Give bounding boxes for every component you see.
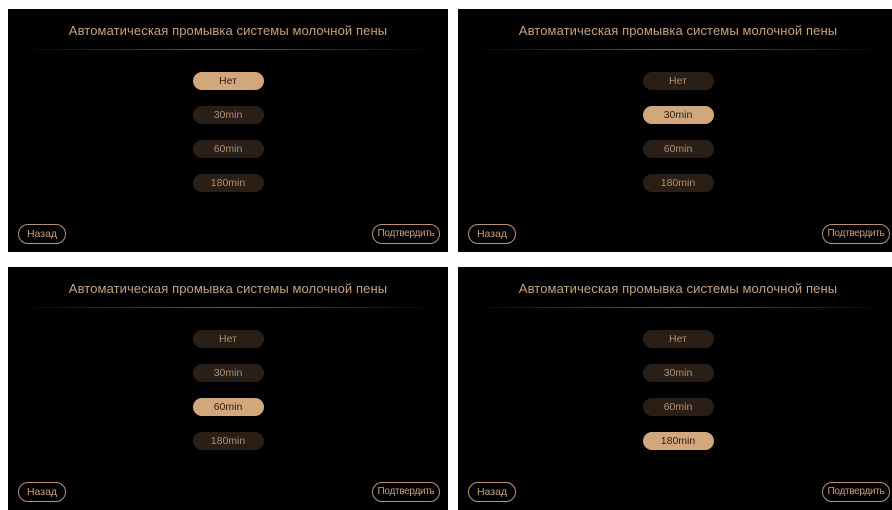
option-30min[interactable]: 30min bbox=[192, 364, 264, 382]
title-divider bbox=[18, 49, 438, 50]
flush-settings-screen-1: Автоматическая промывка системы молочной… bbox=[8, 9, 448, 252]
option-60min[interactable]: 60min bbox=[642, 140, 714, 158]
interval-options: Нет 30min 60min 180min bbox=[458, 72, 892, 192]
confirm-button[interactable]: Подтвердить bbox=[822, 482, 890, 502]
interval-options: Нет 30min 60min 180min bbox=[8, 72, 448, 192]
option-30min[interactable]: 30min bbox=[642, 364, 714, 382]
flush-settings-screen-3: Автоматическая промывка системы молочной… bbox=[8, 267, 448, 510]
screen-title: Автоматическая промывка системы молочной… bbox=[68, 281, 388, 296]
option-180min[interactable]: 180min bbox=[192, 432, 264, 450]
option-60min[interactable]: 60min bbox=[642, 398, 714, 416]
screen-title: Автоматическая промывка системы молочной… bbox=[518, 23, 838, 38]
flush-settings-screen-4: Автоматическая промывка системы молочной… bbox=[458, 267, 892, 510]
option-30min[interactable]: 30min bbox=[192, 106, 264, 124]
confirm-button[interactable]: Подтвердить bbox=[372, 482, 440, 502]
back-button[interactable]: Назад bbox=[18, 482, 66, 502]
confirm-button[interactable]: Подтвердить bbox=[822, 224, 890, 244]
option-none[interactable]: Нет bbox=[192, 330, 264, 348]
option-60min[interactable]: 60min bbox=[192, 140, 264, 158]
option-none[interactable]: Нет bbox=[642, 330, 714, 348]
title-divider bbox=[18, 307, 438, 308]
flush-settings-screen-2: Автоматическая промывка системы молочной… bbox=[458, 9, 892, 252]
option-30min[interactable]: 30min bbox=[642, 106, 714, 124]
confirm-button[interactable]: Подтвердить bbox=[372, 224, 440, 244]
option-60min[interactable]: 60min bbox=[192, 398, 264, 416]
interval-options: Нет 30min 60min 180min bbox=[8, 330, 448, 450]
screen-title: Автоматическая промывка системы молочной… bbox=[518, 281, 838, 296]
back-button[interactable]: Назад bbox=[18, 224, 66, 244]
option-none[interactable]: Нет bbox=[642, 72, 714, 90]
option-180min[interactable]: 180min bbox=[192, 174, 264, 192]
back-button[interactable]: Назад bbox=[468, 482, 516, 502]
back-button[interactable]: Назад bbox=[468, 224, 516, 244]
screen-title: Автоматическая промывка системы молочной… bbox=[68, 23, 388, 38]
option-180min[interactable]: 180min bbox=[642, 174, 714, 192]
option-none[interactable]: Нет bbox=[192, 72, 264, 90]
title-divider bbox=[468, 307, 888, 308]
title-divider bbox=[468, 49, 888, 50]
interval-options: Нет 30min 60min 180min bbox=[458, 330, 892, 450]
option-180min[interactable]: 180min bbox=[642, 432, 714, 450]
